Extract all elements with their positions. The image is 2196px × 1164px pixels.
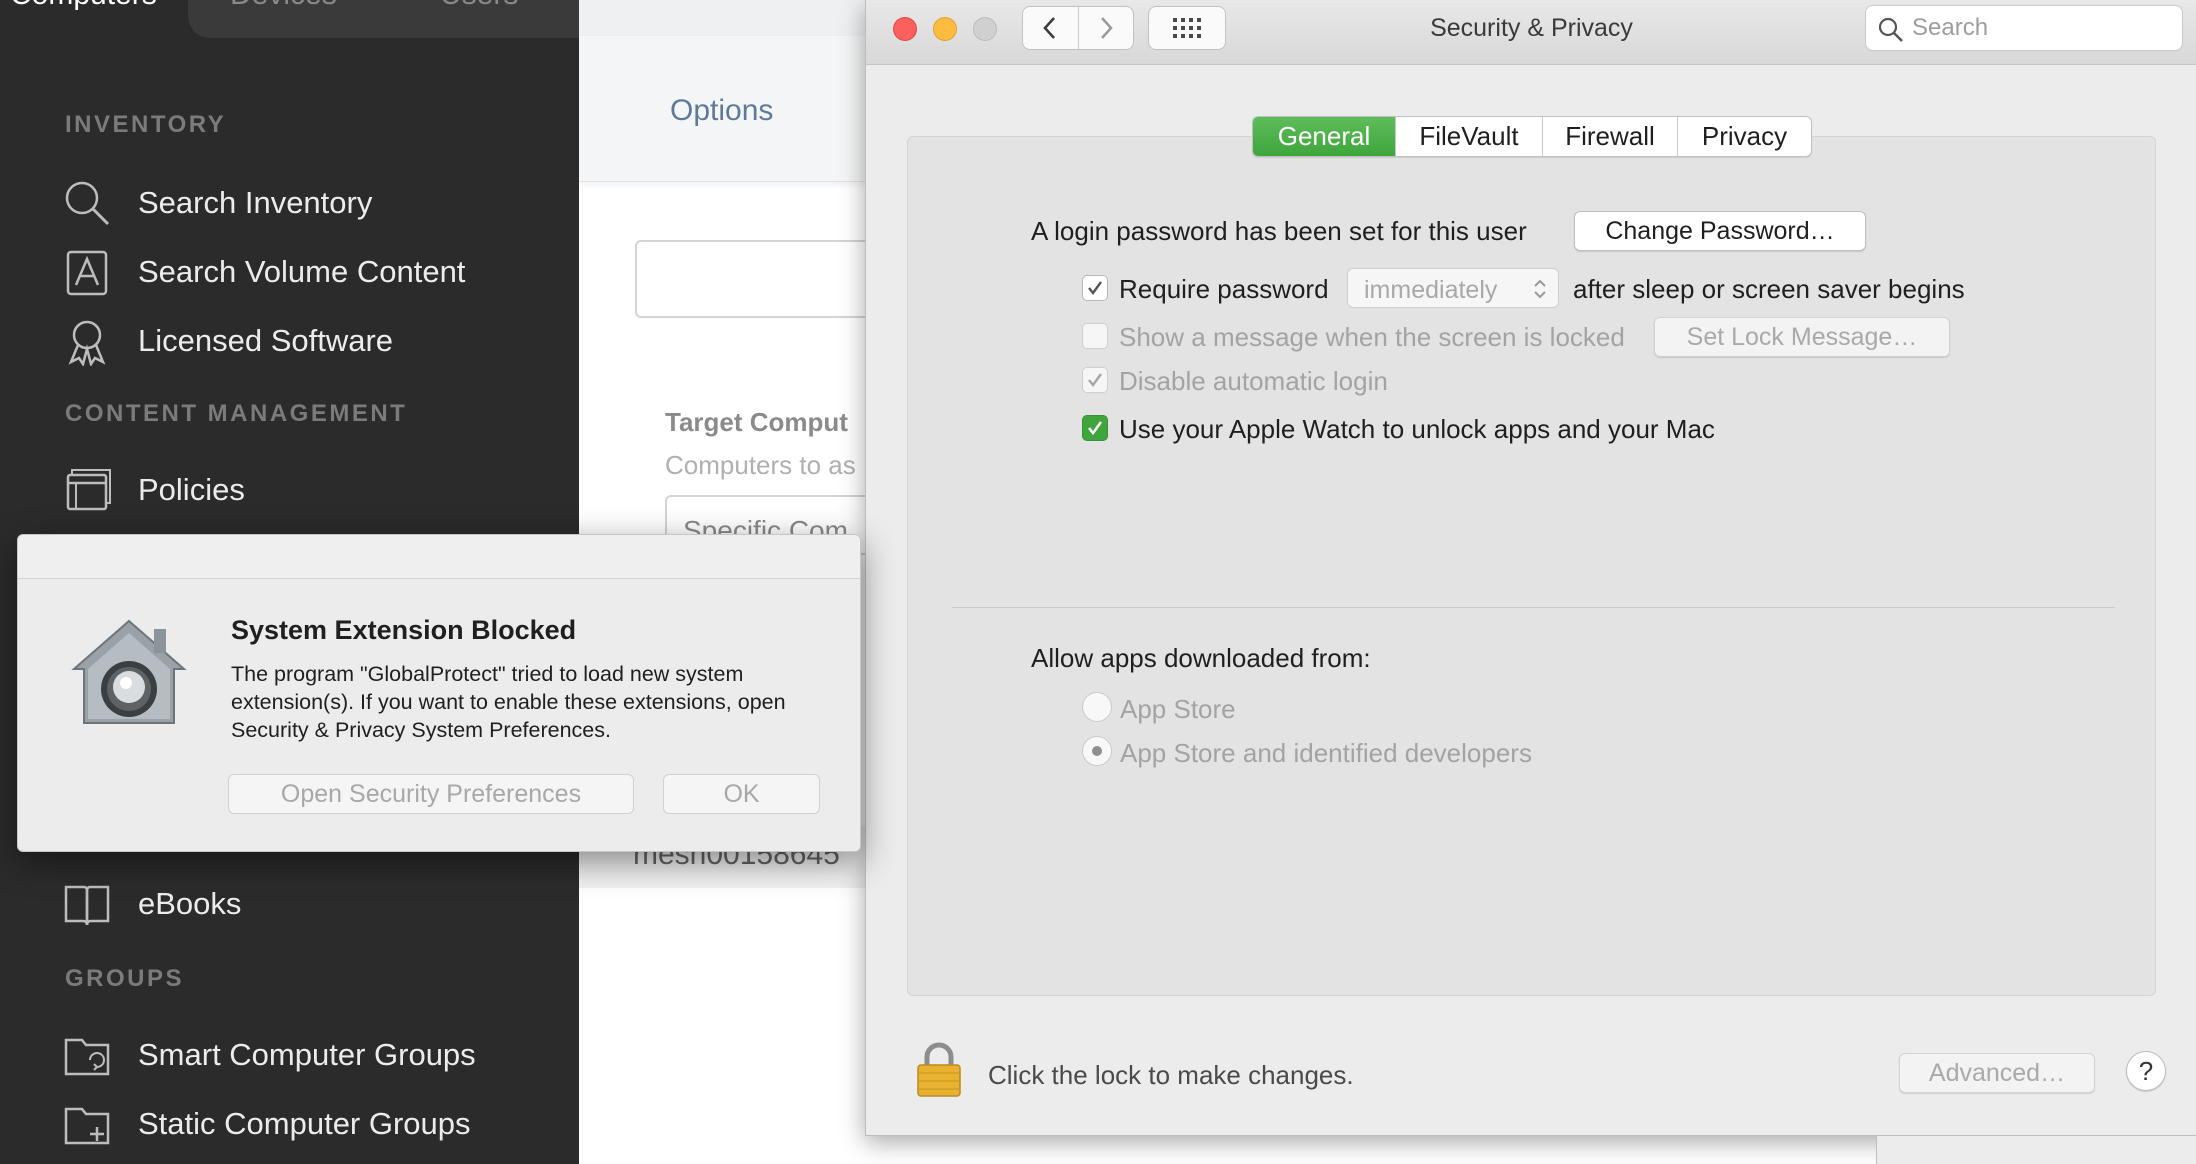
search-icon [1878, 17, 1903, 42]
sidebar-item-label: Smart Computer Groups [138, 1037, 476, 1072]
sidebar-item-label: Search Volume Content [138, 254, 466, 289]
window-titlebar: Security & Privacy [866, 0, 2196, 65]
allow-apps-heading: Allow apps downloaded from: [1031, 643, 1371, 673]
sidebar-item-label: Static Computer Groups [138, 1106, 471, 1141]
show-message-checkbox[interactable] [1082, 323, 1108, 349]
security-privacy-window: Security & Privacy General FileVault Fir… [865, 0, 2196, 1136]
apple-watch-label: Use your Apple Watch to unlock apps and … [1119, 414, 1715, 444]
tab-computers[interactable]: Computers [10, 0, 157, 32]
dialog-message: The program "GlobalProtect" tried to loa… [231, 662, 786, 742]
sidebar-item-smart-computer-groups[interactable]: Smart Computer Groups [62, 1027, 562, 1083]
sidebar-item-search-inventory[interactable]: Search Inventory [62, 175, 562, 231]
checkmark-icon [1088, 373, 1102, 387]
licensed-software-icon [62, 316, 112, 366]
require-password-label: Require password [1119, 274, 1329, 304]
disable-auto-login-label: Disable automatic login [1119, 366, 1388, 396]
tab-options[interactable]: Options [670, 94, 773, 128]
section-heading-content-management: CONTENT MANAGEMENT [65, 400, 408, 427]
system-extension-blocked-dialog: System Extension Blocked The program "Gl… [17, 534, 861, 852]
disable-auto-login-checkbox[interactable] [1082, 367, 1108, 393]
tab-privacy[interactable]: Privacy [1677, 117, 1811, 156]
top-tabs: Computers Devices Users [0, 0, 579, 38]
smart-group-icon [62, 1030, 112, 1080]
tab-devices[interactable]: Devices [230, 0, 337, 32]
radio-app-store-identified-label: App Store and identified developers [1120, 738, 1532, 768]
search-field[interactable] [1865, 5, 2183, 51]
background-page-topbar [579, 0, 869, 36]
radio-app-store-label: App Store [1120, 694, 1236, 724]
advanced-button[interactable]: Advanced… [1899, 1053, 2095, 1093]
ebook-icon [62, 879, 112, 929]
dialog-titlebar [18, 535, 860, 579]
sidebar-item-static-computer-groups[interactable]: Static Computer Groups [62, 1096, 562, 1152]
after-sleep-text: after sleep or screen saver begins [1573, 274, 1965, 304]
sidebar-item-label: Search Inventory [138, 185, 373, 220]
open-security-preferences-button[interactable]: Open Security Preferences [228, 774, 634, 814]
section-heading-groups: GROUPS [65, 965, 185, 992]
change-password-button[interactable]: Change Password… [1574, 211, 1866, 251]
ok-button[interactable]: OK [663, 774, 820, 814]
sidebar-item-ebooks[interactable]: eBooks [62, 876, 562, 932]
set-lock-message-button[interactable]: Set Lock Message… [1654, 317, 1950, 357]
radio-app-store-identified[interactable] [1082, 736, 1112, 766]
sidebar-item-policies[interactable]: Policies [62, 462, 562, 518]
section-divider [952, 607, 2115, 608]
volume-content-icon [62, 247, 112, 297]
radio-selected-dot [1092, 746, 1102, 756]
require-password-checkbox[interactable] [1082, 275, 1108, 301]
static-group-icon [62, 1099, 112, 1149]
section-heading-inventory: INVENTORY [65, 111, 227, 138]
sidebar-item-label: eBooks [138, 886, 242, 921]
tab-general[interactable]: General [1253, 117, 1395, 156]
sidebar-item-licensed-software[interactable]: Licensed Software [62, 313, 562, 369]
pane-tabs: General FileVault Firewall Privacy [1252, 116, 1812, 157]
help-button[interactable]: ? [2126, 1051, 2166, 1091]
dialog-heading: System Extension Blocked [231, 615, 577, 645]
password-delay-popup[interactable]: immediately [1347, 268, 1559, 308]
checkmark-icon [1088, 281, 1102, 295]
sidebar-item-label: Policies [138, 472, 245, 507]
updown-chevron-icon [1534, 279, 1546, 299]
target-computers-subtext: Computers to as [665, 450, 856, 480]
underlying-window-edge [1876, 1136, 2196, 1164]
general-pane [907, 136, 2156, 996]
background-input[interactable] [635, 240, 869, 318]
tab-firewall[interactable]: Firewall [1542, 117, 1677, 156]
sidebar-item-label: Licensed Software [138, 323, 394, 358]
tab-users[interactable]: Users [440, 0, 518, 32]
lock-icon[interactable] [914, 1040, 964, 1103]
tab-filevault[interactable]: FileVault [1395, 117, 1542, 156]
policies-icon [62, 465, 112, 515]
radio-app-store[interactable] [1082, 692, 1112, 722]
checkmark-icon [1087, 421, 1103, 436]
password-delay-value: immediately [1364, 276, 1498, 304]
show-message-label: Show a message when the screen is locked [1119, 322, 1625, 352]
apple-watch-checkbox[interactable] [1082, 415, 1108, 441]
lock-message: Click the lock to make changes. [988, 1060, 1354, 1090]
target-computers-heading: Target Comput [665, 407, 848, 437]
search-input[interactable] [1912, 12, 2172, 44]
login-password-text: A login password has been set for this u… [1031, 216, 1527, 246]
search-icon [62, 178, 112, 228]
sidebar-item-search-volume-content[interactable]: Search Volume Content [62, 244, 562, 300]
security-preferences-icon [70, 617, 188, 732]
